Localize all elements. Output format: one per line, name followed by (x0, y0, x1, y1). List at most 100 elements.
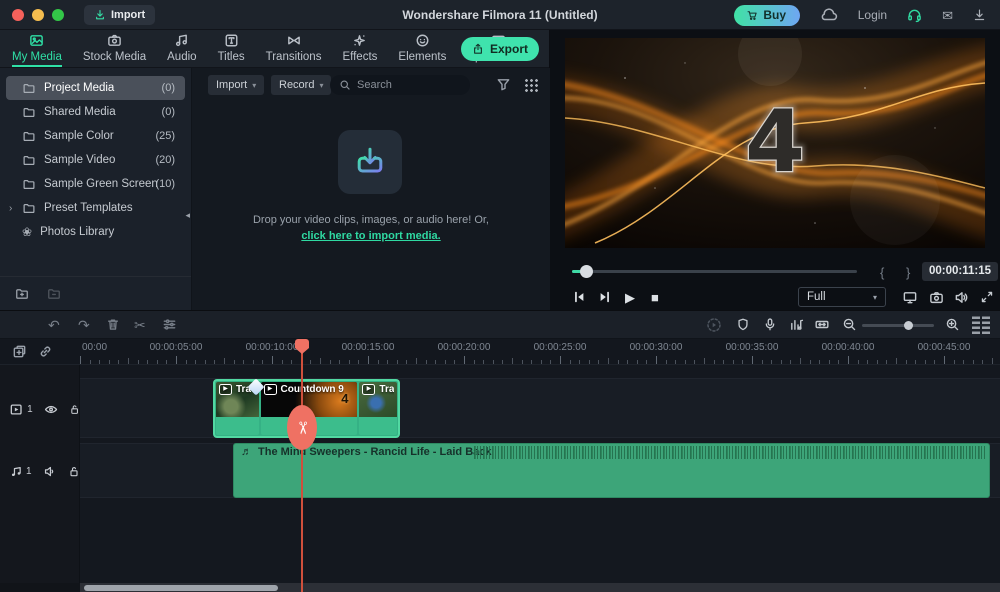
sidebar-item-sample-color[interactable]: Sample Color (25) (6, 124, 185, 148)
support-headset-icon[interactable] (907, 8, 922, 23)
audio-clip[interactable]: ♬ The Mind Sweepers - Rancid Life - Laid… (233, 443, 990, 498)
stock-media-icon (107, 33, 122, 48)
playback-progress-bar[interactable] (572, 270, 857, 273)
track-height-button[interactable] (972, 316, 990, 334)
zoom-slider-handle[interactable] (904, 321, 913, 330)
export-share-icon (472, 43, 484, 55)
minimize-window-button[interactable] (32, 9, 44, 21)
audio-track-number: 1 (26, 466, 32, 477)
ruler-label: 00:00:45:00 (918, 342, 971, 353)
add-to-timeline-icon[interactable] (12, 344, 27, 359)
redo-button[interactable]: ↷ (78, 317, 90, 333)
dropzone-icon-box[interactable] (338, 130, 402, 194)
audio-mixer-button[interactable] (789, 317, 804, 332)
ruler-label: 00:00:20:00 (438, 342, 491, 353)
timeline-ruler[interactable]: 00:00 00:00:05:00 00:00:10:00 00:00:15:0… (0, 339, 1000, 365)
ruler-label: 00:00:25:00 (534, 342, 587, 353)
audio-icon (174, 33, 189, 48)
split-scissors-button[interactable]: ✂ (134, 317, 146, 333)
sidebar-item-project-media[interactable]: Project Media (0) (6, 76, 185, 100)
my-media-icon (29, 33, 44, 48)
maximize-window-button[interactable] (52, 9, 64, 21)
login-link[interactable]: Login (858, 8, 887, 22)
media-browser: Import ▾ Record ▾ Drop your video clips,… (192, 68, 550, 310)
import-label: Import (111, 9, 145, 21)
undo-button[interactable]: ↶ (48, 317, 60, 333)
scrollbar-thumb[interactable] (84, 585, 278, 591)
fullscreen-icon[interactable] (980, 290, 994, 304)
track-lock-icon[interactable] (69, 403, 80, 416)
collapse-sidebar-handle[interactable]: ◂ (185, 210, 190, 221)
sidebar-item-sample-video[interactable]: Sample Video (20) (6, 148, 185, 172)
auto-ripple-button[interactable] (814, 317, 830, 332)
zoom-level-value: Full (807, 291, 826, 303)
buy-button[interactable]: Buy (734, 5, 800, 26)
tab-transitions[interactable]: Transitions (264, 30, 324, 67)
link-clips-icon[interactable] (38, 344, 53, 359)
export-button[interactable]: Export (461, 37, 539, 61)
cloud-icon[interactable] (820, 8, 838, 22)
playhead-handle[interactable] (295, 339, 309, 348)
import-media-link[interactable]: click here to import media. (192, 230, 550, 242)
import-dropdown[interactable]: Import ▾ (208, 75, 264, 95)
new-folder-icon[interactable] (14, 287, 30, 301)
sidebar-item-preset-templates[interactable]: › Preset Templates (6, 196, 185, 220)
expand-chevron-icon[interactable]: › (9, 203, 12, 214)
previous-frame-button[interactable] (572, 290, 586, 304)
progress-handle[interactable] (580, 265, 593, 278)
sidebar-item-label: Project Media (44, 82, 114, 94)
import-button-titlebar[interactable]: Import (84, 5, 155, 25)
playhead-split-button[interactable]: ✂ (287, 405, 317, 450)
filter-icon[interactable] (496, 77, 511, 92)
feedback-mail-icon[interactable]: ✉ (942, 9, 953, 22)
display-device-icon[interactable] (902, 290, 918, 305)
download-center-icon[interactable] (973, 8, 986, 22)
mark-in-icon[interactable]: { (880, 265, 884, 280)
grid-view-icon[interactable] (524, 78, 538, 92)
track-visibility-eye-icon[interactable] (44, 403, 58, 416)
play-button[interactable]: ▶ (625, 290, 635, 306)
adjust-properties-button[interactable] (162, 317, 177, 332)
zoom-out-button[interactable] (842, 317, 857, 332)
search-box[interactable] (330, 75, 470, 95)
tab-my-media[interactable]: My Media (10, 30, 64, 67)
track-lock-icon[interactable] (68, 465, 80, 478)
tab-elements[interactable]: Elements (396, 30, 448, 67)
preview-zoom-dropdown[interactable]: Full ▾ (798, 287, 886, 307)
resource-tab-bar: My Media Stock Media Audio Titles Transi… (0, 30, 549, 68)
timeline-horizontal-scrollbar[interactable] (80, 583, 1000, 592)
close-window-button[interactable] (12, 9, 24, 21)
next-frame-button[interactable] (598, 290, 612, 304)
timeline-zoom-slider[interactable] (862, 324, 934, 327)
delete-folder-icon[interactable] (46, 287, 62, 301)
sidebar-item-photos-library[interactable]: ❀ Photos Library (6, 220, 185, 244)
sidebar-item-sample-green-screen[interactable]: Sample Green Screen (10) (6, 172, 185, 196)
tab-effects[interactable]: Effects (340, 30, 379, 67)
track-mute-speaker-icon[interactable] (43, 465, 57, 478)
sidebar-item-label: Shared Media (44, 106, 116, 118)
volume-icon[interactable] (954, 290, 969, 305)
tab-titles[interactable]: Titles (216, 30, 247, 67)
audio-waveform (474, 446, 986, 459)
stop-button[interactable]: ■ (651, 290, 659, 306)
playhead-line[interactable] (301, 339, 303, 592)
mark-out-icon[interactable]: } (906, 265, 910, 280)
record-dropdown[interactable]: Record ▾ (271, 75, 331, 95)
tab-audio[interactable]: Audio (165, 30, 198, 67)
sidebar-item-shared-media[interactable]: Shared Media (0) (6, 100, 185, 124)
video-preview[interactable]: 4 4 (565, 38, 985, 248)
video-clip-2[interactable]: ▶Tra (359, 382, 397, 435)
sidebar-footer (0, 276, 191, 310)
ruler-scale[interactable]: 00:00 00:00:05:00 00:00:10:00 00:00:15:0… (80, 339, 1000, 365)
render-preview-button[interactable] (706, 317, 722, 333)
delete-button[interactable] (106, 317, 120, 332)
timeline-toolbar: ↶ ↷ ✂ (0, 311, 1000, 339)
marker-button[interactable] (736, 317, 750, 332)
snapshot-camera-icon[interactable] (929, 290, 944, 305)
search-input[interactable] (357, 79, 457, 91)
voiceover-mic-button[interactable] (763, 317, 777, 332)
item-count: (25) (155, 130, 175, 142)
zoom-in-button[interactable] (945, 317, 960, 332)
tab-label: My Media (12, 51, 62, 63)
tab-stock-media[interactable]: Stock Media (81, 30, 148, 67)
